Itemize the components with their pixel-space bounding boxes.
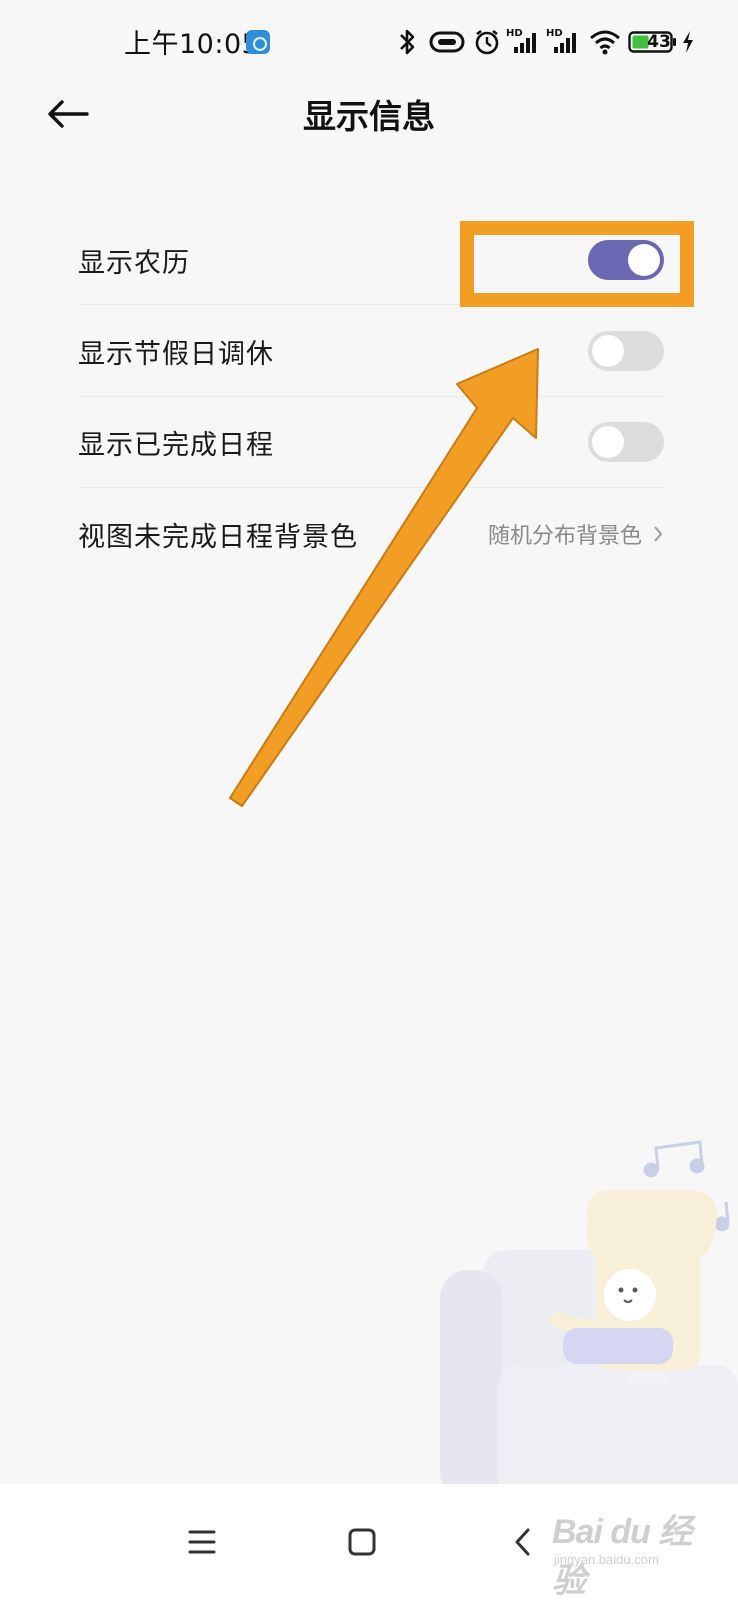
screen: 上午10:05 HD HD 43 显示信息 显示农历 显示节假日调休 显示已完成…: [0, 0, 738, 1600]
menu-button[interactable]: [172, 1512, 232, 1572]
setting-row-holiday-adjust: 显示节假日调休: [78, 305, 664, 397]
selected-value: 随机分布背景色: [487, 524, 642, 549]
status-bar: 上午10:05 HD HD 43: [0, 0, 738, 84]
background-color-select[interactable]: 随机分布背景色: [488, 518, 664, 550]
app-notification-icon: [246, 30, 270, 54]
page-title: 显示信息: [303, 97, 435, 136]
setting-label: 显示已完成日程: [78, 429, 274, 461]
completed-events-toggle[interactable]: [588, 422, 664, 462]
chevron-right-icon: [654, 526, 663, 542]
battery-icon: 43: [628, 24, 678, 60]
holiday-adjust-toggle[interactable]: [588, 331, 664, 371]
back-icon: [515, 1528, 530, 1556]
watermark: Bai du 经验 jingyan.baidu.com: [552, 1504, 722, 1600]
toggle-knob: [592, 335, 624, 367]
nfc-icon: [428, 24, 466, 60]
setting-label: 视图未完成日程背景色: [78, 521, 358, 553]
signal-icon-2: HD: [546, 24, 582, 60]
battery-level: 43: [647, 32, 671, 52]
charging-icon: [680, 24, 696, 60]
hd-label-2: HD: [546, 28, 563, 39]
watermark-subtext: jingyan.baidu.com: [554, 1552, 659, 1567]
nav-back-button[interactable]: [492, 1512, 552, 1572]
home-icon: [348, 1528, 376, 1556]
setting-label: 显示节假日调休: [78, 338, 274, 370]
bluetooth-icon: [394, 24, 422, 60]
toggle-knob: [592, 426, 624, 458]
alarm-icon: [472, 24, 502, 60]
signal-icon: HD: [506, 24, 542, 60]
menu-icon: [188, 1530, 216, 1554]
setting-row-background-color[interactable]: 视图未完成日程背景色 随机分布背景色: [78, 488, 664, 580]
setting-label: 显示农历: [78, 247, 190, 279]
wifi-icon: [588, 24, 622, 60]
hd-label: HD: [506, 28, 523, 39]
highlight-annotation-box: [460, 221, 694, 307]
setting-row-completed-events: 显示已完成日程: [78, 396, 664, 488]
status-time: 上午10:05: [124, 29, 260, 60]
toast-character-illustration: [440, 1140, 738, 1505]
home-button[interactable]: [332, 1512, 392, 1572]
